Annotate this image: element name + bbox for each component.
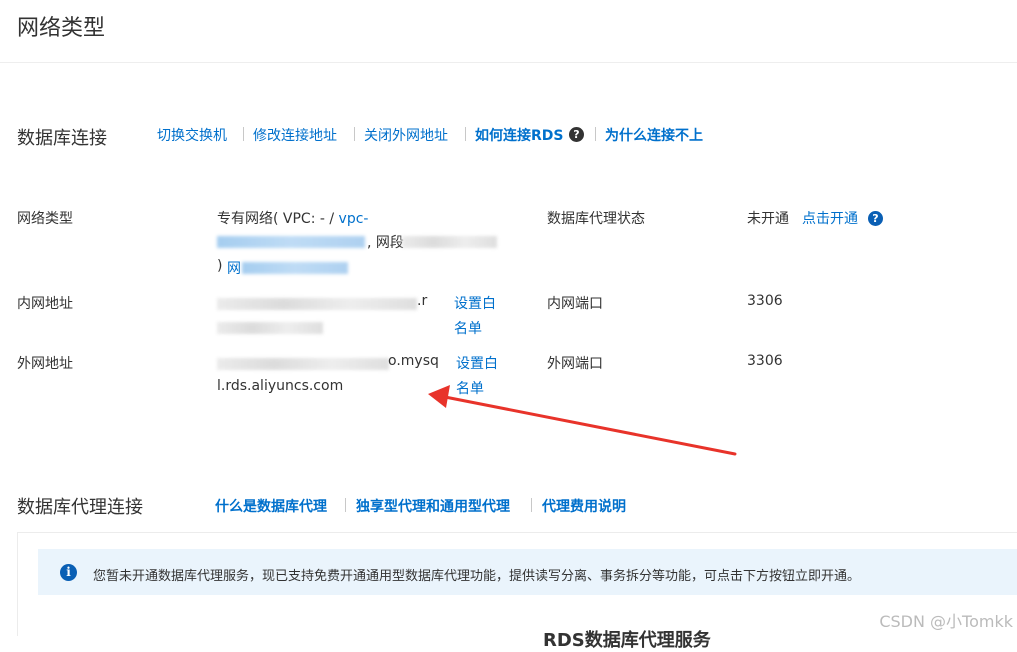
proxy-fee-link[interactable]: 代理费用说明 <box>542 496 626 516</box>
watermark: CSDN @小Tomkk <box>879 612 1013 631</box>
link-separator <box>345 498 346 512</box>
what-is-proxy-link[interactable]: 什么是数据库代理 <box>215 496 327 516</box>
proxy-types-link[interactable]: 独享型代理和通用型代理 <box>356 496 510 516</box>
proxy-notice-text: 您暂未开通数据库代理服务，现已支持免费开通通用型数据库代理功能，提供读写分离、事… <box>93 569 861 584</box>
proxy-panel-heading: RDS数据库代理服务 <box>543 630 711 651</box>
link-separator <box>531 498 532 512</box>
info-circle-icon: i <box>60 564 77 581</box>
section-title-proxy: 数据库代理连接 <box>17 497 143 518</box>
